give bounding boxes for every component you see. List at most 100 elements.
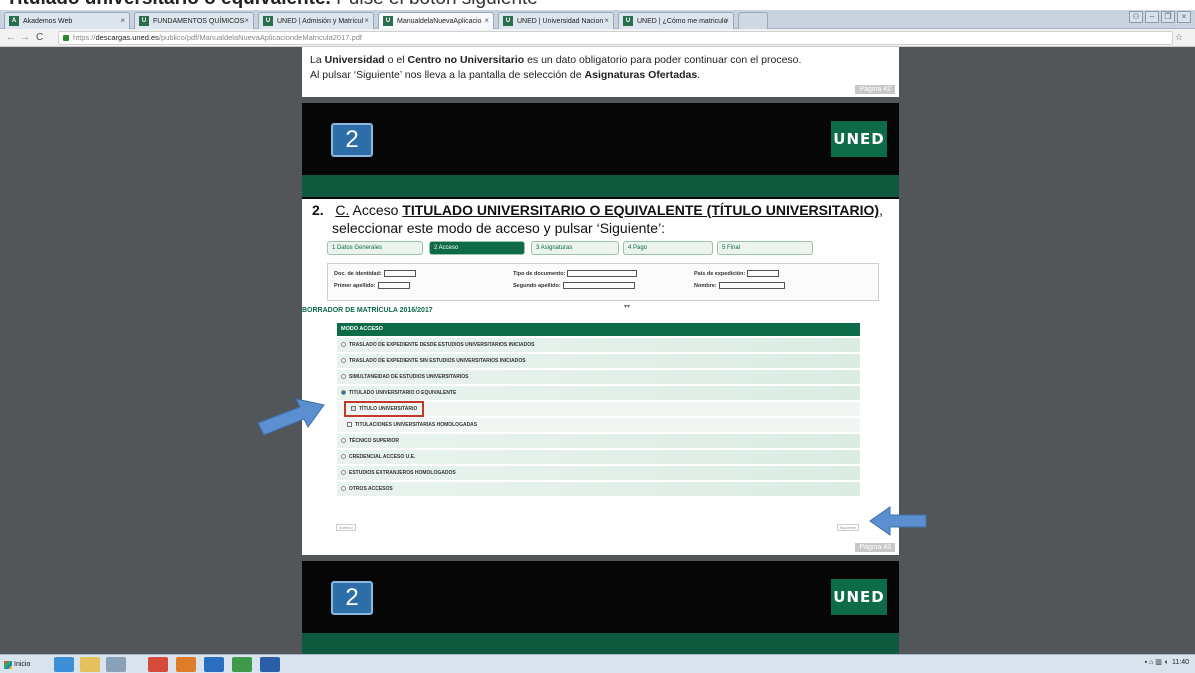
close-icon[interactable]: × [364, 16, 369, 25]
uned-logo: UNED [831, 579, 887, 615]
modo-acceso-header: MODO ACCESO [337, 323, 860, 336]
radio-icon [341, 454, 346, 460]
arrow-pointer-icon [257, 398, 325, 436]
anterior-button: Anterior [336, 524, 356, 531]
option-homologadas: TITULACIONES UNIVERSITARIAS HOMOLOGADAS [337, 418, 860, 432]
start-button[interactable]: Inicio [4, 657, 38, 672]
option-traslado-sin-estudios: TRASLADO DE EXPEDIENTE SIN ESTUDIOS UNIV… [337, 354, 860, 368]
taskbar: Inicio ▪ ⌂ ▥ ◖ 11:40 [0, 654, 1195, 673]
option-otros: OTROS ACCESOS [337, 482, 860, 496]
caption-bold: Titulado universitario o equivalente. [6, 0, 331, 9]
browser-tab-bar: A Akademos Web × U FUNDAMENTOS QUÍMICOS × UU… [0, 10, 1195, 29]
user-icon[interactable]: ⚇ [1129, 11, 1143, 23]
apellido2-field: Segundo apellido: [513, 282, 635, 289]
green-band [302, 175, 899, 197]
outlook-icon[interactable] [204, 657, 224, 672]
close-icon[interactable]: × [484, 16, 489, 25]
checkbox-checked-icon [351, 406, 356, 412]
reload-icon[interactable]: C [36, 32, 43, 43]
pdf-page-44: 2 UNED [302, 561, 899, 654]
step-asignaturas: 3 Asignaturas [531, 241, 619, 255]
radio-icon [341, 358, 346, 364]
close-icon[interactable]: × [244, 16, 249, 25]
radio-icon [341, 342, 346, 348]
checkbox-icon [347, 422, 352, 428]
option-simultaneidad: SIMULTANEIDAD DE ESTUDIOS UNIVERSITARIOS [337, 370, 860, 384]
caption-rest: Pulse el botón siguiente [331, 0, 538, 9]
close-icon[interactable]: × [120, 16, 125, 25]
page42-line2: Al pulsar ‘Siguiente’ nos lleva a la pan… [310, 69, 701, 81]
ie-icon[interactable] [54, 657, 74, 672]
system-tray: ▪ ⌂ ▥ ◖ 11:40 [1145, 658, 1189, 667]
option-traslado-iniciados: TRASLADO DE EXPEDIENTE DESDE ESTUDIOS UN… [337, 338, 860, 352]
option-titulo-universitario: TÍTULO UNIVERSITARIO [337, 401, 860, 417]
new-tab-button[interactable] [738, 12, 768, 29]
slide-header: 2 UNED [302, 103, 899, 199]
step-acceso: 2 Acceso [429, 241, 525, 255]
pdf-viewer[interactable]: La Universidad o el Centro no Universita… [0, 47, 1195, 654]
caption-strip: Titulado universitario o equivalente. Pu… [0, 0, 1195, 10]
page-number-label: Página 43 [855, 543, 895, 552]
step-heading: 2. C. Acceso TITULADO UNIVERSITARIO O EQ… [312, 202, 883, 236]
folder-icon[interactable] [80, 657, 100, 672]
page-number-label: Página 42 [855, 85, 895, 94]
clock[interactable]: 11:40 [1172, 659, 1189, 666]
radio-icon [341, 374, 346, 380]
forward-icon[interactable]: → [20, 32, 30, 43]
collapse-icon: ▾▾ [624, 304, 631, 310]
green-band [302, 633, 899, 654]
close-icon[interactable]: × [724, 16, 729, 25]
wizard-steps: 1 Datos Generales 2 Acceso 3 Asignaturas… [327, 241, 879, 257]
page42-line1: La Universidad o el Centro no Universita… [310, 54, 802, 66]
uned-favicon-icon: U [383, 16, 393, 26]
pdf-page-42: La Universidad o el Centro no Universita… [302, 47, 899, 97]
pais-field: País de expedición: [694, 270, 780, 277]
address-bar: ← → C https://descargas.uned.es/publico/… [0, 29, 1195, 47]
word-icon[interactable] [260, 657, 280, 672]
uned-favicon-icon: U [623, 16, 633, 26]
tab-fundamentos[interactable]: U FUNDAMENTOS QUÍMICOS × [134, 12, 254, 29]
step-datos-generales: 1 Datos Generales [327, 241, 423, 255]
uned-favicon-icon: U [263, 16, 273, 26]
step-final: 5 Final [717, 241, 813, 255]
option-titulado: TITULADO UNIVERSITARIO O EQUIVALENTE [337, 386, 860, 400]
borrador-title: BORRADOR DE MATRÍCULA 2016/2017 [302, 307, 433, 314]
option-extranjeros: ESTUDIOS EXTRANJEROS HOMOLOGADOS [337, 466, 860, 480]
back-icon[interactable]: ← [6, 32, 16, 43]
lock-icon [63, 35, 69, 41]
modo-acceso-table: MODO ACCESO TRASLADO DE EXPEDIENTE DESDE… [337, 323, 860, 496]
tab-akademos[interactable]: A Akademos Web × [4, 12, 130, 29]
slide-number-badge: 2 [331, 123, 373, 157]
pdf-page-43: 2 UNED 2. C. Acceso TITULADO UNIVERSITAR… [302, 103, 899, 555]
option-credencial-ue: CREDENCIAL ACCESO U.E. [337, 450, 860, 464]
minimize-icon[interactable]: – [1145, 11, 1159, 23]
option-tecnico-superior: TÉCNICO SUPERIOR [337, 434, 860, 448]
tab-como-matricularse[interactable]: U UNED | ¿Cómo me matriculo × [618, 12, 734, 29]
siguiente-button: Siguiente [837, 524, 859, 531]
student-id-box: Doc. de identidad: Primer apellido: Tipo… [327, 263, 879, 310]
close-window-icon[interactable]: × [1177, 11, 1191, 23]
tab-universidad[interactable]: U UNED | Universidad Nacion × [498, 12, 614, 29]
tab-manual[interactable]: U ManualdelaNuevaAplicacio × [378, 12, 494, 29]
radio-icon [341, 470, 346, 476]
tray-icons[interactable]: ▪ ⌂ ▥ ◖ [1145, 658, 1168, 666]
window-controls: ⚇ – ❐ × [1129, 11, 1191, 23]
akademos-favicon-icon: A [9, 16, 19, 26]
uned-logo: UNED [831, 121, 887, 157]
doc-id-field: Doc. de identidad: [334, 270, 416, 277]
radio-selected-icon [341, 390, 346, 396]
media-icon[interactable] [106, 657, 126, 672]
arrow-pointer-icon [869, 506, 927, 536]
close-icon[interactable]: × [604, 16, 609, 25]
bookmark-star-icon[interactable]: ☆ [1175, 32, 1183, 43]
project-icon[interactable] [232, 657, 252, 672]
apellido1-field: Primer apellido: [334, 282, 410, 289]
slide-number-badge: 2 [331, 581, 373, 615]
firefox-icon[interactable] [176, 657, 196, 672]
chrome-icon[interactable] [148, 657, 168, 672]
uned-favicon-icon: U [139, 16, 149, 26]
url-input[interactable]: https://descargas.uned.es/publico/pdf/Ma… [58, 31, 1173, 45]
tab-admision[interactable]: U UNED | Admisión y Matrícul × [258, 12, 374, 29]
restore-icon[interactable]: ❐ [1161, 11, 1175, 23]
radio-icon [341, 438, 346, 444]
